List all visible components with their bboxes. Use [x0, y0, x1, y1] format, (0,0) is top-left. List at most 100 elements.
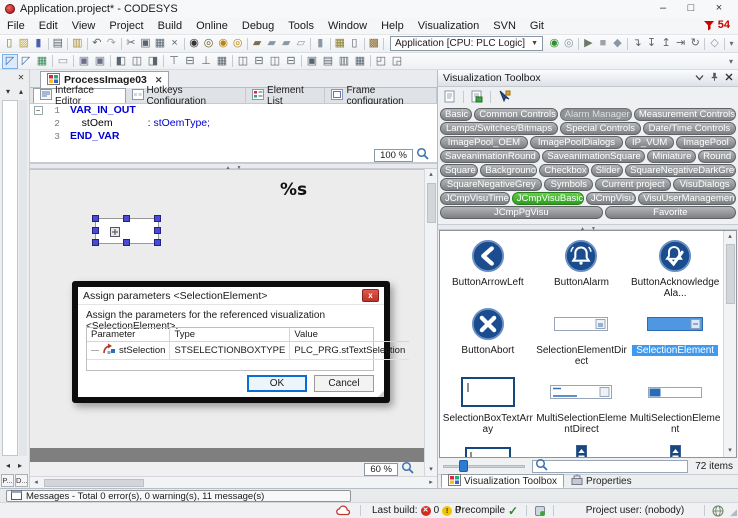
new-object-icon[interactable]: ▯ [347, 36, 362, 51]
category-jcmppgvisu[interactable]: JCmpPgVisu [440, 206, 603, 219]
rail-scroll-right-icon[interactable]: ▸ [14, 460, 26, 472]
start-icon[interactable]: ▶ [581, 36, 596, 51]
reset-icon[interactable]: ↻ [688, 36, 703, 51]
zoom-tool-icon[interactable]: ◸ [18, 54, 34, 69]
step-into-icon[interactable]: ↧ [644, 36, 659, 51]
toolbox-item-multiselectionelement[interactable]: MultiSelectionElement [628, 369, 722, 437]
cut-icon[interactable]: ✂ [124, 36, 139, 51]
category-squarenegativedarkgrey[interactable]: SquareNegativeDarkGrey [625, 164, 736, 177]
source-upload-icon[interactable]: ▥ [70, 36, 85, 51]
step-out-icon[interactable]: ↥ [659, 36, 674, 51]
bookmark-previous-icon[interactable]: ▰ [279, 36, 294, 51]
category-alarm-manager[interactable]: Alarm Manager [560, 108, 632, 121]
category-jcmpvisu[interactable]: JCmpVisu [586, 192, 636, 205]
save-group-as-icon[interactable]: ▣ [92, 54, 108, 69]
panel-scroll-up-icon[interactable]: ▴ [15, 86, 27, 98]
value-cell[interactable]: PLC_PRG.stTextSelection [290, 342, 409, 360]
menu-project[interactable]: Project [102, 19, 150, 33]
search-input[interactable] [550, 461, 685, 472]
menu-git[interactable]: Git [523, 19, 551, 33]
menu-view[interactable]: View [65, 19, 103, 33]
menu-tools[interactable]: Tools [281, 19, 321, 33]
send-backward-icon[interactable]: ▦ [352, 54, 368, 69]
category-imagepool[interactable]: ImagePool [676, 136, 736, 149]
scroll-down-icon[interactable]: ▾ [724, 445, 736, 457]
cancel-button[interactable]: Cancel [314, 375, 374, 392]
category-common-controls[interactable]: Common Controls [474, 108, 557, 121]
align-left-icon[interactable]: ◧ [113, 54, 129, 69]
horizontal-scroll-thumb[interactable] [44, 479, 144, 487]
color-palette-icon[interactable]: ▦ [34, 54, 50, 69]
category-visudialogs[interactable]: VisuDialogs [673, 178, 736, 191]
toolbox-item-partial-9[interactable] [441, 437, 535, 457]
distribute-horizontally-icon[interactable]: ◫ [235, 54, 251, 69]
subtab-element-list[interactable]: Element List [246, 88, 325, 103]
dialog-close-button[interactable]: x [362, 289, 379, 302]
select-tool-icon[interactable]: ◸ [2, 54, 18, 69]
make-same-width-icon[interactable]: ◫ [267, 54, 283, 69]
category-imagepooldialogs[interactable]: ImagePoolDialogs [530, 136, 623, 149]
menu-visualization[interactable]: Visualization [411, 19, 487, 33]
save-group-icon[interactable]: ▣ [76, 54, 92, 69]
cloud-sync-icon[interactable] [336, 503, 351, 518]
interface-zoom-level[interactable]: 100 % [374, 149, 413, 162]
category-visuusermanagement[interactable]: VisuUserManagement [638, 192, 736, 205]
fold-collapse-icon[interactable]: − [30, 104, 46, 117]
category-basic[interactable]: Basic [440, 108, 472, 121]
application-selector[interactable]: Application [CPU: PLC Logic]▼ [390, 36, 543, 51]
window-resize-grip[interactable]: ◢ [730, 507, 737, 518]
scroll-up-icon[interactable]: ▴ [425, 169, 437, 181]
toolbox-item-selectionelementdirect[interactable]: SelectionElementDirect [535, 301, 629, 369]
toolbox-item-selectionboxtextarray[interactable]: SelectionBoxTextArray [441, 369, 535, 437]
toolbox-item-buttonabort[interactable]: ButtonAbort [441, 301, 535, 369]
toolbox-item-buttonacknowledgeala[interactable]: ButtonAcknowledgeAla... [628, 233, 722, 301]
library-manager-icon[interactable]: ▦ [333, 36, 348, 51]
ok-button[interactable]: OK [247, 375, 307, 392]
selection-handle[interactable] [154, 239, 161, 246]
undo-icon[interactable]: ↶ [90, 36, 105, 51]
selection-handle[interactable] [154, 215, 161, 222]
rail-scroll-left-icon[interactable]: ◂ [2, 460, 14, 472]
bookmark-clear-icon[interactable]: ▱ [294, 36, 309, 51]
toolbox-scrollbar[interactable]: ▴ ▾ [723, 231, 736, 457]
import-visualization-icon[interactable] [469, 89, 485, 104]
replace-next-icon[interactable]: ◎ [230, 36, 245, 51]
toolbar-overflow-icon[interactable]: ▾ [727, 39, 736, 48]
size-to-grid-icon[interactable]: ▦ [214, 54, 230, 69]
copy-icon[interactable]: ▣ [138, 36, 153, 51]
selection-handle[interactable] [92, 239, 99, 246]
step-over-icon[interactable]: ↴ [630, 36, 645, 51]
toolbox-item-buttonarrowleft[interactable]: ButtonArrowLeft [441, 233, 535, 301]
selection-handle[interactable] [92, 215, 99, 222]
panel-close-icon[interactable]: ✕ [15, 72, 27, 84]
selection-handle[interactable] [123, 215, 130, 222]
align-middle-icon[interactable]: ⊟ [182, 54, 198, 69]
run-to-cursor-icon[interactable]: ⇥ [673, 36, 688, 51]
save-icon[interactable]: ▮ [31, 36, 46, 51]
align-bottom-icon[interactable]: ⊥ [198, 54, 214, 69]
slider-thumb[interactable] [459, 460, 468, 472]
menu-help[interactable]: Help [374, 19, 411, 33]
visualization-manager-icon[interactable]: ▩ [367, 36, 382, 51]
bookmark-next-icon[interactable]: ▰ [264, 36, 279, 51]
panel-close-icon[interactable] [725, 72, 733, 84]
category-imagepool-oem[interactable]: ImagePool_OEM [440, 136, 528, 149]
dialog-resize-grip[interactable]: ◢ [378, 389, 384, 398]
distribute-vertically-icon[interactable]: ⊟ [251, 54, 267, 69]
scroll-down-icon[interactable]: ▾ [425, 464, 437, 476]
category-saveanimationround[interactable]: SaveanimationRound [440, 150, 540, 163]
category-ip-vum[interactable]: IP_VUM [625, 136, 674, 149]
category-jcmpvisutime[interactable]: JCmpVisuTime [440, 192, 510, 205]
open-project-icon[interactable]: ▨ [17, 36, 32, 51]
panel-pin-icon[interactable] [710, 72, 719, 84]
frame-element-icon[interactable]: ▭ [55, 54, 71, 69]
menu-build[interactable]: Build [151, 19, 189, 33]
rail-tab-pous[interactable]: P... [1, 474, 14, 487]
interface-code-editor[interactable]: −1VAR_IN_OUT2 stOem : stOemType;3END_VAR [30, 104, 437, 148]
category-square[interactable]: Square [440, 164, 478, 177]
category-date-time-controls[interactable]: Date/Time Controls [643, 122, 736, 135]
toolbox-item-partial-10[interactable] [535, 437, 629, 457]
logout-icon[interactable]: ◎ [562, 36, 577, 51]
zoom-magnifier-icon[interactable] [416, 147, 429, 163]
category-favorite[interactable]: Favorite [605, 206, 736, 219]
